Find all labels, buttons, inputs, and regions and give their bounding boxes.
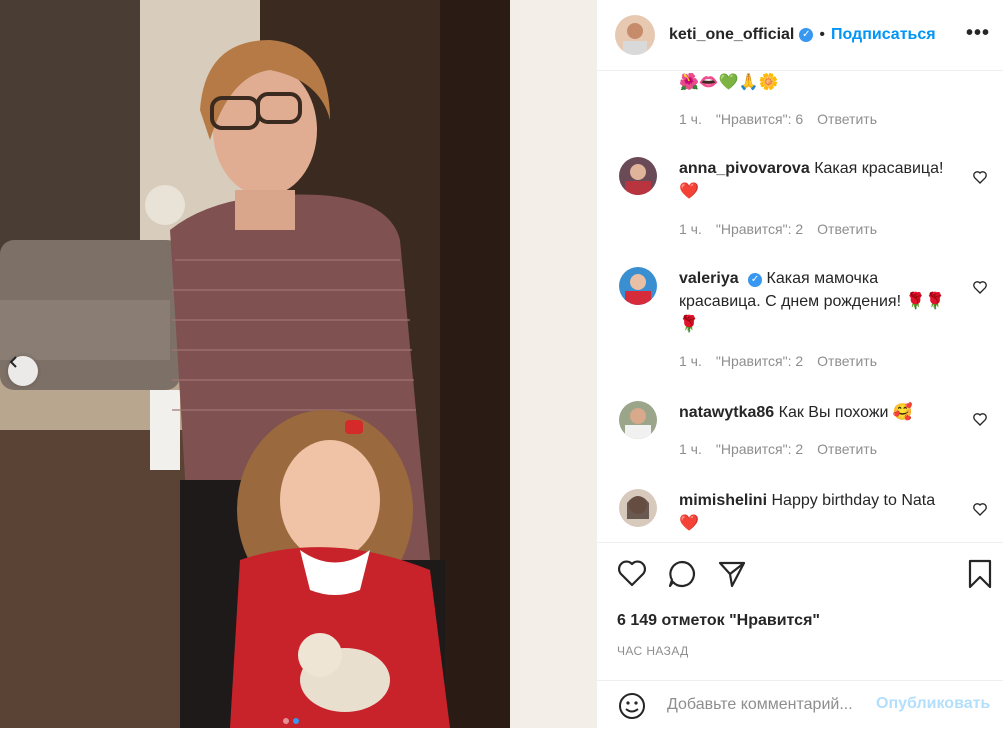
comment-emoji: 🌺👄💚🙏🌼 (679, 74, 779, 91)
commenter-username[interactable]: natawytka86 (679, 404, 774, 421)
comment-text: Какая красавица! (814, 160, 944, 177)
post-sidebar: keti_one_official ✓ • Подписаться ••• 🌺👄… (596, 0, 1003, 728)
bookmark-save-icon[interactable] (967, 559, 993, 589)
commenter-avatar[interactable] (619, 401, 657, 439)
verified-icon: ✓ (748, 273, 763, 287)
comment-text: Как Вы похожи (778, 404, 889, 421)
comment-likes[interactable]: "Нравится": 2 (716, 441, 803, 457)
add-comment-bar: Опубликовать (597, 680, 1003, 729)
author-avatar[interactable] (615, 15, 655, 55)
like-heart-icon[interactable] (617, 559, 647, 587)
post-actions (597, 542, 1003, 603)
commenter-avatar[interactable] (619, 157, 657, 195)
like-comment-heart-icon[interactable] (972, 169, 988, 185)
carousel-dot (283, 718, 289, 724)
emoji-picker-icon[interactable] (617, 691, 647, 721)
comment-time: 1 ч. (679, 111, 702, 127)
comment-meta: 1 ч. "Нравится": 6 Ответить (679, 111, 877, 127)
comment-meta: 1 ч. "Нравится": 2 Ответить (679, 353, 877, 369)
comment-likes[interactable]: "Нравится": 2 (716, 353, 803, 369)
carousel-indicator (283, 718, 299, 724)
comment-bubble-icon[interactable] (667, 559, 697, 589)
comment-text: Happy birthday to Nata (771, 492, 936, 509)
comment-input[interactable] (665, 695, 879, 715)
comment-meta: 1 ч. "Нравится": 2 Ответить (679, 221, 877, 237)
comment-time: 1 ч. (679, 221, 702, 237)
more-options-icon[interactable]: ••• (966, 22, 990, 45)
comment-time: 1 ч. (679, 353, 702, 369)
post-timestamp: ЧАС НАЗАД (617, 644, 689, 658)
reply-button[interactable]: Ответить (817, 111, 877, 127)
like-comment-heart-icon[interactable] (972, 501, 988, 517)
comment-emoji: ❤️ (679, 183, 699, 200)
commenter-avatar[interactable] (619, 489, 657, 527)
comments-list[interactable]: 🌺👄💚🙏🌼 1 ч. "Нравится": 6 Ответить anna_p… (597, 71, 1003, 541)
likes-count[interactable]: 6 149 отметок "Нравится" (617, 612, 820, 630)
commenter-username[interactable]: valeriya (679, 270, 739, 287)
like-comment-heart-icon[interactable] (972, 279, 988, 295)
commenter-avatar[interactable] (619, 267, 657, 305)
publish-button[interactable]: Опубликовать (876, 695, 990, 713)
comment-emoji: 🥰 (892, 404, 913, 421)
carousel-dot-active (293, 718, 299, 724)
comment-emoji: ❤️ (679, 515, 699, 532)
comment-time: 1 ч. (679, 441, 702, 457)
chevron-left-icon (9, 356, 17, 368)
author-username[interactable]: keti_one_official (669, 26, 794, 44)
follow-button[interactable]: Подписаться (831, 26, 936, 44)
reply-button[interactable]: Ответить (817, 441, 877, 457)
reply-button[interactable]: Ответить (817, 221, 877, 237)
previous-slide-button[interactable] (8, 356, 38, 386)
commenter-username[interactable]: mimishelini (679, 492, 767, 509)
reply-button[interactable]: Ответить (817, 353, 877, 369)
post-header: keti_one_official ✓ • Подписаться ••• (597, 0, 1003, 71)
comment-likes[interactable]: "Нравится": 6 (716, 111, 803, 127)
separator: • (819, 26, 825, 43)
post-photo[interactable] (0, 0, 596, 728)
share-send-icon[interactable] (717, 559, 747, 589)
comment-likes[interactable]: "Нравится": 2 (716, 221, 803, 237)
photo-illustration (0, 0, 596, 728)
like-comment-heart-icon[interactable] (972, 411, 988, 427)
comment-meta: 1 ч. "Нравится": 2 Ответить (679, 441, 877, 457)
verified-icon: ✓ (799, 28, 814, 42)
commenter-username[interactable]: anna_pivovarova (679, 160, 810, 177)
